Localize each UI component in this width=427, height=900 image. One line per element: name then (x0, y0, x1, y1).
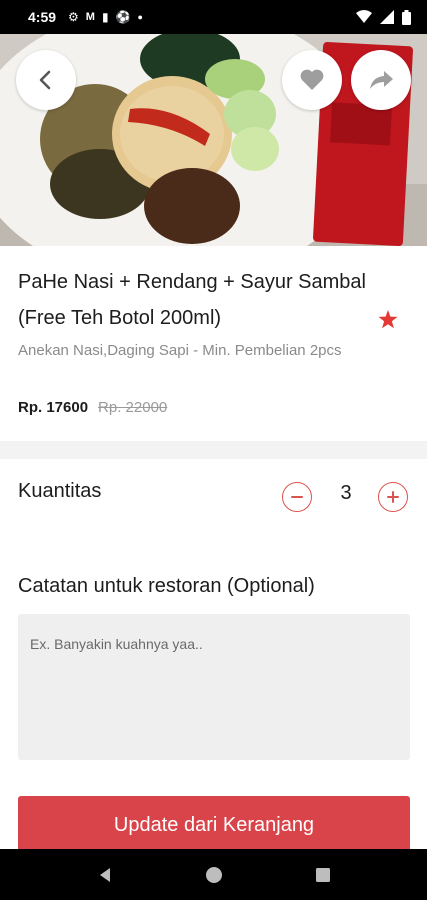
back-triangle-icon[interactable] (96, 866, 114, 884)
share-button[interactable] (351, 50, 411, 110)
notes-label: Catatan untuk restoran (Optional) (18, 575, 315, 597)
status-bar: 4:59 ⚙ M ▮ ⚽ ● (0, 0, 427, 34)
sim-icon: ▮ (101, 10, 109, 24)
settings-icon: ⚙ (68, 10, 79, 24)
product-price: Rp. 17600 (18, 399, 89, 416)
quantity-label: Kuantitas (18, 480, 102, 502)
minus-icon (291, 496, 303, 498)
back-button[interactable] (16, 50, 76, 110)
battery-icon (402, 9, 411, 25)
home-circle-icon[interactable] (205, 866, 223, 884)
chevron-left-icon (39, 70, 51, 90)
heart-icon (300, 69, 324, 90)
wifi-icon (356, 10, 372, 23)
status-time: 4:59 (28, 9, 57, 25)
dot-icon: ● (137, 11, 143, 22)
product-old-price: Rp. 22000 (98, 399, 168, 416)
gmail-icon: M (85, 10, 95, 23)
section-divider (0, 441, 427, 459)
plus-icon (387, 491, 399, 503)
quantity-value: 3 (340, 482, 352, 504)
signal-icon (380, 10, 394, 24)
product-image (0, 34, 427, 246)
navigation-bar (0, 849, 427, 900)
recents-square-icon[interactable] (314, 866, 332, 884)
notes-input[interactable] (18, 614, 410, 760)
favorite-star-icon (378, 310, 398, 334)
soccer-icon: ⚽ (115, 10, 131, 24)
product-title: PaHe Nasi + Rendang + Sayur Sambal (Free… (18, 271, 366, 329)
favorite-button[interactable] (282, 50, 342, 110)
share-icon (370, 71, 393, 89)
decrease-quantity-button[interactable] (282, 482, 312, 512)
increase-quantity-button[interactable] (378, 482, 408, 512)
product-category: Anekan Nasi,Daging Sapi - Min. Pembelian… (18, 342, 342, 359)
update-cart-button[interactable]: Update dari Keranjang (18, 796, 410, 852)
price-row: Rp. 17600 Rp. 22000 (18, 399, 167, 416)
